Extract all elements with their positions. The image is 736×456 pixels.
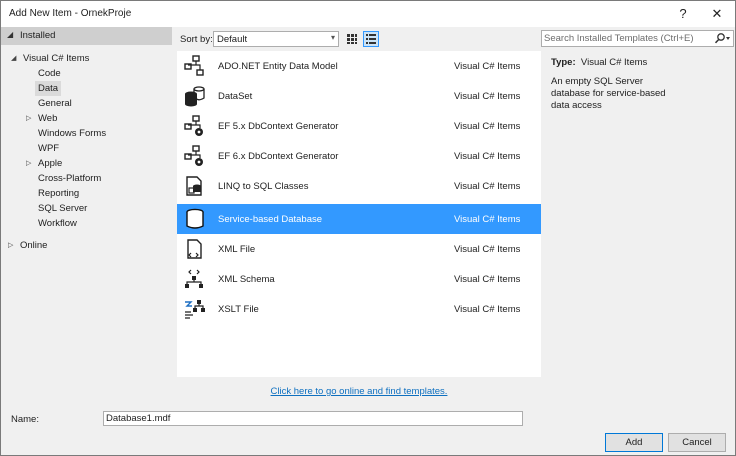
database-icon xyxy=(186,208,204,229)
tree-item-general[interactable]: General xyxy=(38,96,72,111)
expanded-arrow-icon[interactable]: ◢ xyxy=(11,51,16,66)
tree-item-installed-label: Installed xyxy=(20,30,56,41)
tree-item-workflow[interactable]: Workflow xyxy=(38,216,77,231)
template-list: ADO.NET Entity Data Model Visual C# Item… xyxy=(177,51,541,377)
template-name: ADO.NET Entity Data Model xyxy=(218,61,338,72)
template-category-tree: ◢ Installed ◢ Visual C# Items Code Data … xyxy=(1,27,172,402)
tree-item-online-label: Online xyxy=(20,240,48,251)
template-row-xml-file[interactable]: XML File Visual C# Items xyxy=(177,234,541,264)
find-templates-online-link[interactable]: Click here to go online and find templat… xyxy=(177,386,541,397)
collapse-arrow-icon[interactable]: ◢ xyxy=(7,30,13,39)
sort-value: Default xyxy=(217,34,248,45)
search-templates-box xyxy=(541,30,734,47)
list-view-button[interactable] xyxy=(363,31,379,47)
template-name: DataSet xyxy=(218,91,253,102)
xslt-file-icon xyxy=(185,300,205,319)
dbcontext-generator-icon xyxy=(184,115,203,136)
sort-label: Sort by: xyxy=(180,34,213,45)
grid-view-icon xyxy=(347,34,357,44)
add-button[interactable]: Add xyxy=(605,433,663,452)
title-bar: Add New Item - OrnekProje ? ✕ xyxy=(1,1,735,27)
template-row-dataset[interactable]: DataSet Visual C# Items xyxy=(177,81,541,111)
template-category: Visual C# Items xyxy=(454,244,521,255)
template-name: EF 5.x DbContext Generator xyxy=(218,121,339,132)
linq-classes-icon xyxy=(186,176,202,196)
tree-item-wpf[interactable]: WPF xyxy=(38,141,59,156)
search-icon[interactable] xyxy=(713,32,731,45)
tree-item-apple-label: Apple xyxy=(38,158,63,169)
tree-item-windows-forms[interactable]: Windows Forms xyxy=(38,126,106,141)
template-category: Visual C# Items xyxy=(454,304,521,315)
tree-item-sql-server[interactable]: SQL Server xyxy=(38,201,87,216)
tree-item-installed[interactable]: ◢ Installed xyxy=(1,27,172,45)
entity-model-icon xyxy=(184,55,204,76)
type-label: Type: xyxy=(551,57,576,68)
cancel-button[interactable]: Cancel xyxy=(668,433,726,452)
template-category: Visual C# Items xyxy=(454,151,521,162)
search-input[interactable] xyxy=(544,32,709,45)
type-line: Type: Visual C# Items xyxy=(551,57,647,68)
tree-item-web-label: Web xyxy=(38,113,58,124)
template-category: Visual C# Items xyxy=(454,181,521,192)
close-button[interactable]: ✕ xyxy=(701,1,733,27)
window-title: Add New Item - OrnekProje xyxy=(9,8,132,19)
tree-item-visual-csharp-label: Visual C# Items xyxy=(23,53,90,64)
xml-file-icon xyxy=(187,239,202,259)
grid-view-button[interactable] xyxy=(344,31,360,47)
template-row-linq-to-sql[interactable]: LINQ to SQL Classes Visual C# Items xyxy=(177,171,541,201)
help-button[interactable]: ? xyxy=(667,1,699,27)
template-name: EF 6.x DbContext Generator xyxy=(218,151,339,162)
list-view-icon xyxy=(366,34,376,44)
name-input-value: Database1.mdf xyxy=(106,413,171,424)
template-row-service-database[interactable]: Service-based Database Visual C# Items xyxy=(177,204,541,234)
dbcontext-generator-icon xyxy=(184,145,203,166)
tree-item-reporting[interactable]: Reporting xyxy=(38,186,79,201)
template-category: Visual C# Items xyxy=(454,214,521,225)
collapsed-arrow-icon[interactable]: ▷ xyxy=(8,238,13,253)
template-name: LINQ to SQL Classes xyxy=(218,181,309,192)
template-name: XML File xyxy=(218,244,256,255)
template-row-ado-entity[interactable]: ADO.NET Entity Data Model Visual C# Item… xyxy=(177,51,541,81)
sort-toolbar: Sort by: Default ▾ xyxy=(172,27,542,51)
template-name: XML Schema xyxy=(218,274,275,285)
tree-item-data[interactable]: Data xyxy=(35,81,62,96)
template-category: Visual C# Items xyxy=(454,274,521,285)
tree-item-cross-platform[interactable]: Cross-Platform xyxy=(38,171,101,186)
type-value: Visual C# Items xyxy=(580,57,648,68)
template-category: Visual C# Items xyxy=(454,121,521,132)
chevron-down-icon: ▾ xyxy=(330,33,335,42)
template-category: Visual C# Items xyxy=(454,61,521,72)
template-name: Service-based Database xyxy=(218,214,323,225)
dataset-icon xyxy=(185,86,205,107)
collapsed-arrow-icon[interactable]: ▷ xyxy=(26,156,31,171)
xml-schema-icon xyxy=(185,269,203,288)
template-description: An empty SQL Server database for service… xyxy=(551,76,666,111)
sort-dropdown[interactable]: Default ▾ xyxy=(213,31,339,47)
name-label: Name: xyxy=(11,414,39,425)
template-row-ef5-generator[interactable]: EF 5.x DbContext Generator Visual C# Ite… xyxy=(177,111,541,141)
add-new-item-dialog: Add New Item - OrnekProje ? ✕ ◢ Installe… xyxy=(0,0,736,456)
tree-item-code[interactable]: Code xyxy=(38,66,61,81)
name-input[interactable]: Database1.mdf xyxy=(103,411,523,426)
template-row-xslt-file[interactable]: XSLT File Visual C# Items xyxy=(177,294,541,324)
template-row-xml-schema[interactable]: XML Schema Visual C# Items xyxy=(177,264,541,294)
collapsed-arrow-icon[interactable]: ▷ xyxy=(26,111,31,126)
template-row-ef6-generator[interactable]: EF 6.x DbContext Generator Visual C# Ite… xyxy=(177,141,541,171)
template-category: Visual C# Items xyxy=(454,91,521,102)
template-name: XSLT File xyxy=(218,304,259,315)
